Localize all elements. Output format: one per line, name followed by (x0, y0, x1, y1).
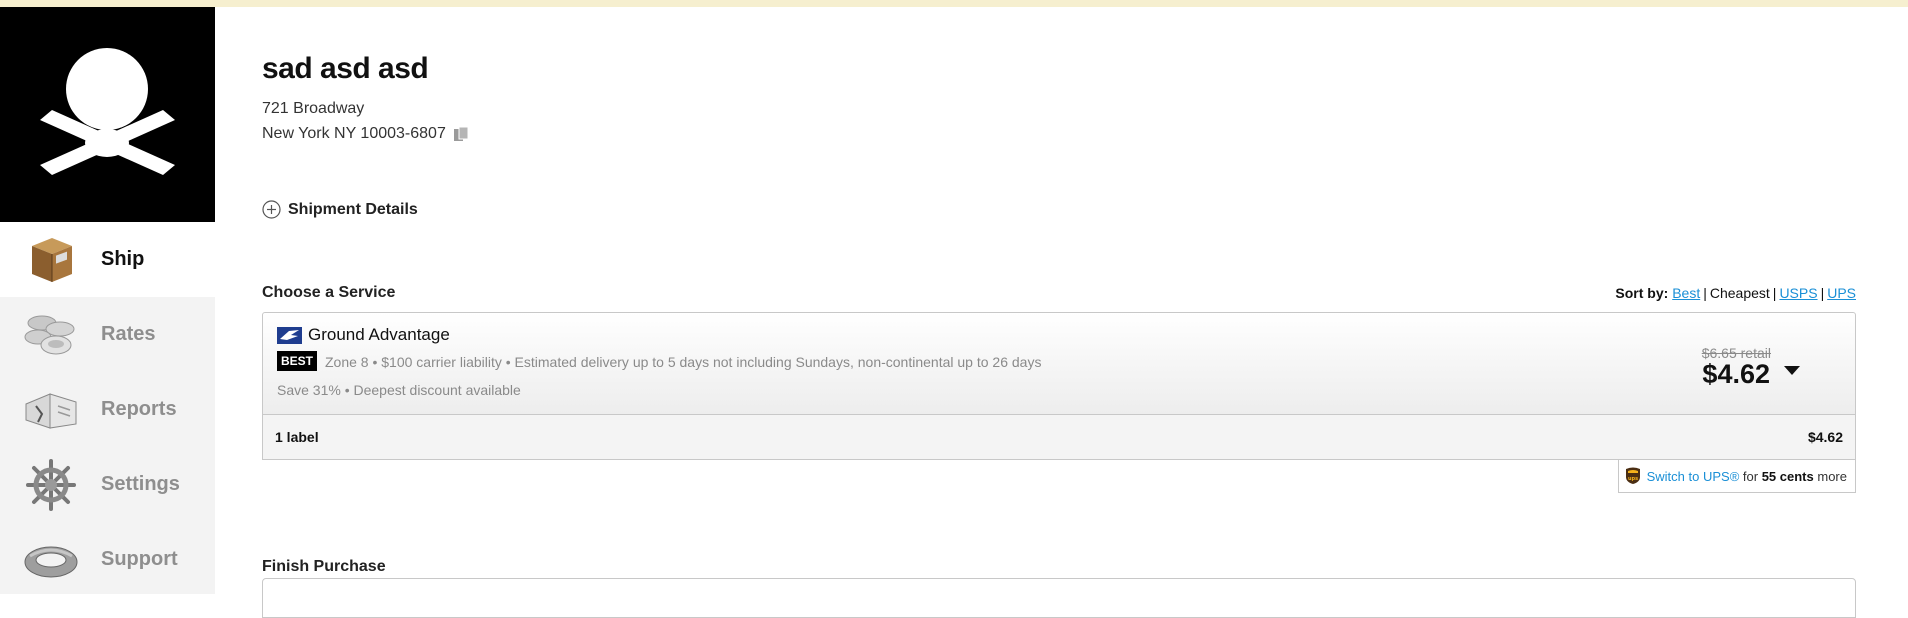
plus-circle-icon (262, 200, 281, 219)
top-banner (0, 0, 1908, 7)
sidebar-item-rates[interactable]: Rates (0, 297, 215, 372)
ups-switch-box: ups Switch to UPS® for 55 cents more (1617, 460, 1856, 493)
sort-option-cheapest[interactable]: Cheapest (1710, 285, 1770, 301)
best-badge: BEST (277, 351, 318, 371)
recipient-name: sad asd asd (262, 52, 429, 85)
ship-wheel-icon (26, 458, 76, 511)
shipment-details-toggle[interactable]: Shipment Details (262, 200, 418, 219)
pirate-logo[interactable] (0, 7, 215, 222)
expand-caret-icon[interactable] (1784, 366, 1800, 375)
ups-switch-for: for (1742, 468, 1759, 484)
label-total: $4.62 (1807, 429, 1843, 445)
choose-service-title: Choose a Service (262, 284, 396, 301)
address-line-2-row: New York NY 10003-6807 (262, 125, 470, 143)
sort-option-ups[interactable]: UPS (1827, 285, 1856, 301)
copy-icon[interactable] (452, 125, 470, 143)
switch-to-ups-link[interactable]: Switch to UPS® (1647, 469, 1740, 484)
svg-text:ups: ups (1628, 476, 1638, 482)
sidebar-item-support[interactable]: Support (0, 522, 215, 597)
shipping-box-icon (32, 237, 72, 282)
sidebar-item-label: Ship (101, 248, 145, 270)
label-count: 1 label (275, 429, 319, 445)
sort-option-usps[interactable]: USPS (1779, 285, 1817, 301)
finish-purchase-title: Finish Purchase (262, 558, 386, 575)
ups-switch-amount: 55 cents (1761, 468, 1814, 484)
sidebar-item-label: Support (101, 548, 178, 570)
sort-option-best[interactable]: Best (1672, 285, 1700, 301)
sidebar-item-label: Reports (101, 398, 177, 420)
skull-crossbones-icon (40, 48, 175, 175)
sort-by-bar: Sort by: Best | Cheapest | USPS | UPS (1615, 285, 1856, 301)
service-name: Ground Advantage (308, 325, 450, 344)
address-line-1: 721 Broadway (262, 100, 365, 117)
service-price: $4.62 (1702, 359, 1770, 389)
coins-icon (24, 315, 75, 354)
service-option-card[interactable]: Ground Advantage BEST Zone 8 • $100 carr… (262, 312, 1856, 415)
sidebar-item-label: Settings (101, 473, 180, 495)
ups-shield-icon: ups (1625, 467, 1640, 484)
life-ring-icon (24, 546, 78, 577)
service-savings: Save 31% • Deepest discount available (277, 382, 521, 398)
sidebar-item-label: Rates (101, 323, 156, 345)
address-line-2: New York NY 10003-6807 (262, 125, 446, 142)
label-summary-row: 1 label $4.62 (262, 415, 1856, 460)
shipment-details-label: Shipment Details (288, 200, 418, 218)
sidebar: Ship Rates Reports Settings Support (0, 7, 215, 594)
sidebar-item-reports[interactable]: Reports (0, 372, 215, 447)
open-book-icon (25, 392, 77, 429)
service-description: Zone 8 • $100 carrier liability • Estima… (325, 354, 1042, 370)
ups-switch-more: more (1817, 468, 1847, 484)
sidebar-item-settings[interactable]: Settings (0, 447, 215, 522)
usps-eagle-icon (277, 327, 302, 344)
sidebar-item-ship[interactable]: Ship (0, 222, 215, 297)
finish-purchase-panel (262, 578, 1856, 618)
sort-by-label: Sort by: (1615, 285, 1669, 301)
